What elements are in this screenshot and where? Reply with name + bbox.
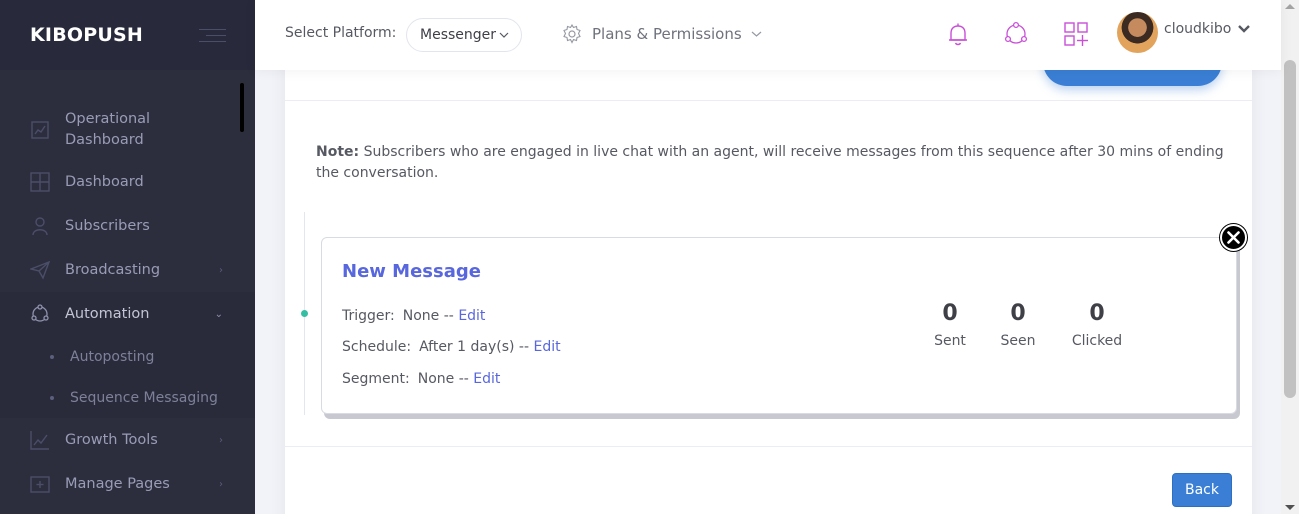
sidebar-toggle-icon[interactable] xyxy=(199,27,226,45)
scroll-up-icon[interactable] xyxy=(1285,4,1295,9)
separator: -- xyxy=(443,308,454,324)
chevron-down-icon xyxy=(1238,24,1251,33)
message-title[interactable]: New Message xyxy=(342,261,481,282)
sidebar-item-growth-tools[interactable]: Growth Tools › xyxy=(0,418,255,462)
stat-value: 0 xyxy=(1089,301,1105,326)
note-body: Subscribers who are engaged in live chat… xyxy=(316,144,1224,181)
platform-select-value: Messenger xyxy=(420,27,497,43)
chart-icon xyxy=(31,121,49,139)
sidebar-subitem-autoposting[interactable]: Autoposting xyxy=(0,336,255,378)
stat-seen: 0 Seen xyxy=(998,301,1038,349)
segment-label: Segment: xyxy=(342,371,410,387)
platform-select[interactable]: Messenger xyxy=(406,18,522,52)
stat-label: Seen xyxy=(1000,333,1036,349)
schedule-label: Schedule: xyxy=(342,339,412,355)
sidebar-item-automation[interactable]: Automation ⌄ xyxy=(0,292,255,336)
trigger-label: Trigger: xyxy=(342,308,395,324)
timeline-dot xyxy=(301,310,308,317)
schedule-value: After 1 day(s) xyxy=(419,339,515,355)
sidebar-subitem-label: Sequence Messaging xyxy=(70,390,218,406)
growth-chart-icon xyxy=(30,431,49,450)
stat-label: Clicked xyxy=(1071,333,1123,349)
note-prefix: Note: xyxy=(316,144,360,160)
edit-trigger-link[interactable]: Edit xyxy=(458,308,485,324)
gear-icon xyxy=(563,24,581,44)
schedule-row: Schedule: After 1 day(s) -- Edit xyxy=(342,339,561,355)
user-menu[interactable]: cloudkibo xyxy=(1117,12,1251,53)
stat-label: Sent xyxy=(934,333,966,349)
stat-sent: 0 Sent xyxy=(930,301,970,349)
stat-value: 0 xyxy=(942,301,958,326)
sidebar-item-label: Dashboard xyxy=(65,174,144,190)
bullet-icon xyxy=(50,355,54,359)
chevron-right-icon: › xyxy=(219,264,223,276)
trigger-row: Trigger: None -- Edit xyxy=(342,308,485,324)
sidebar-item-manage-pages[interactable]: Manage Pages › xyxy=(0,462,255,506)
sidebar-item-label: Subscribers xyxy=(65,218,150,234)
close-icon xyxy=(1227,231,1240,244)
sidebar-item-label: Manage Pages xyxy=(65,476,170,492)
trigger-value: None xyxy=(402,308,440,324)
segment-row: Segment: None -- Edit xyxy=(342,371,500,387)
edit-schedule-link[interactable]: Edit xyxy=(533,339,560,355)
sidebar-item-broadcasting[interactable]: Broadcasting › xyxy=(0,248,255,292)
stat-clicked: 0 Clicked xyxy=(1067,301,1127,349)
chevron-down-icon xyxy=(499,32,509,38)
dashboard-grid-icon xyxy=(30,172,50,192)
page-scrollbar[interactable] xyxy=(1281,0,1299,514)
users-icon xyxy=(32,217,48,236)
separator: -- xyxy=(518,339,530,355)
sidebar-item-subscribers[interactable]: Subscribers xyxy=(0,204,255,248)
edit-segment-link[interactable]: Edit xyxy=(473,371,500,387)
sidebar-subitem-sequence-messaging[interactable]: Sequence Messaging xyxy=(0,378,255,418)
sidebar-item-label: Growth Tools xyxy=(65,432,158,448)
plans-permissions-menu[interactable]: Plans & Permissions xyxy=(562,24,762,44)
sidebar-item-dashboard[interactable]: Dashboard xyxy=(0,160,255,204)
brand-logo[interactable]: KIBOPUSH xyxy=(30,24,143,46)
bullet-icon xyxy=(50,396,54,400)
apps-grid-icon[interactable] xyxy=(1063,21,1089,47)
sidebar-brand: KIBOPUSH xyxy=(0,0,255,70)
chevron-down-icon xyxy=(751,31,762,37)
back-button[interactable]: Back xyxy=(1172,473,1232,507)
plans-permissions-label: Plans & Permissions xyxy=(592,25,742,43)
sidebar-subitem-label: Autoposting xyxy=(70,349,155,365)
bell-icon[interactable] xyxy=(945,21,971,47)
sidebar-item-operational-dashboard[interactable]: Operational Dashboard xyxy=(0,100,255,160)
chevron-right-icon: › xyxy=(219,434,223,446)
note-text: Note: Subscribers who are engaged in liv… xyxy=(316,142,1226,184)
sidebar-item-label: Operational Dashboard xyxy=(65,111,151,148)
close-message-button[interactable] xyxy=(1220,224,1247,251)
username: cloudkibo xyxy=(1164,20,1232,37)
divider xyxy=(285,446,1252,447)
message-card: New Message Trigger: None -- Edit Schedul… xyxy=(321,237,1237,414)
sidebar: KIBOPUSH Operational Dashboard Dashboard xyxy=(0,0,255,514)
separator: -- xyxy=(458,371,469,387)
stat-value: 0 xyxy=(1010,301,1026,326)
paper-plane-icon xyxy=(30,260,50,280)
sequence-portlet: Note: Subscribers who are engaged in liv… xyxy=(285,38,1252,514)
automation-icon[interactable] xyxy=(1003,21,1029,47)
scrollbar-thumb[interactable] xyxy=(1284,60,1296,398)
segment-value: None xyxy=(417,371,455,387)
scroll-down-icon[interactable] xyxy=(1285,505,1295,510)
select-platform-label: Select Platform: xyxy=(285,25,397,41)
sidebar-menu: Operational Dashboard Dashboard Subscrib… xyxy=(0,100,255,506)
avatar[interactable] xyxy=(1117,12,1158,53)
sidebar-item-label: Broadcasting xyxy=(65,262,161,278)
chevron-right-icon: › xyxy=(219,478,223,490)
manage-pages-icon xyxy=(30,476,50,493)
automation-icon xyxy=(31,304,49,322)
top-header: Select Platform: Messenger Plans & Permi… xyxy=(255,0,1281,70)
sidebar-item-label: Automation xyxy=(65,306,150,322)
chevron-down-icon: ⌄ xyxy=(214,308,223,320)
